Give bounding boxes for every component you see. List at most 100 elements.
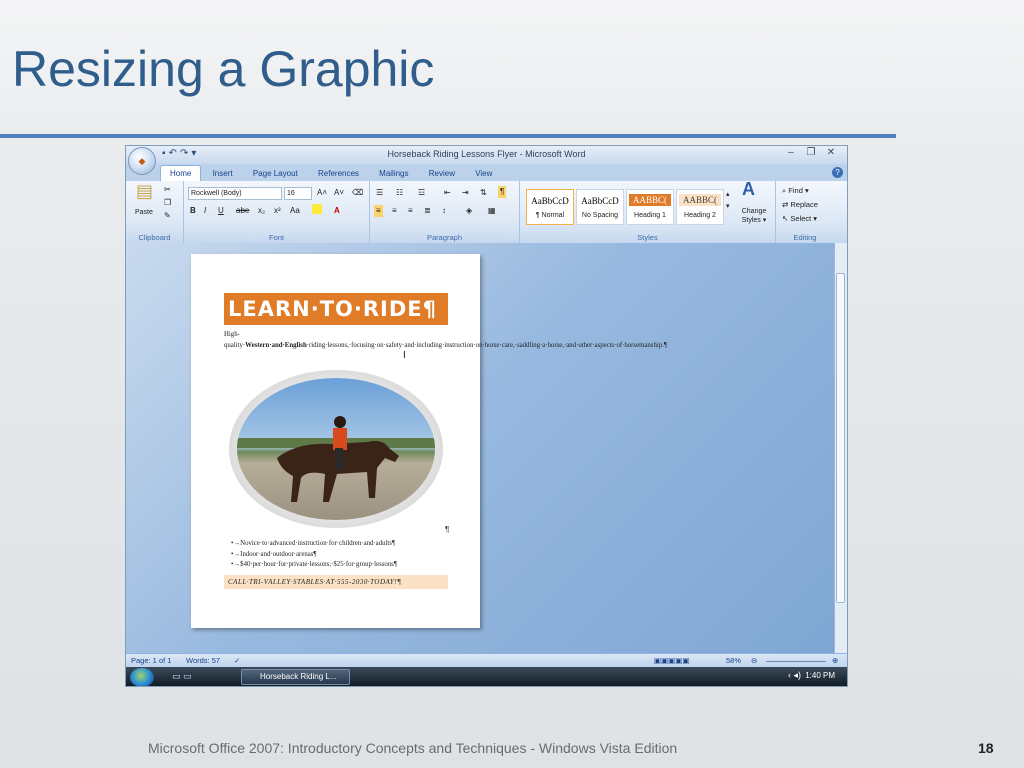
shrink-font-button[interactable]: A˅ — [334, 187, 344, 199]
tab-view[interactable]: View — [466, 166, 501, 182]
style-heading-2-sample: AABBC( — [679, 194, 721, 206]
find-label: Find ▾ — [788, 186, 809, 195]
intro-paragraph: High-quality·Western·and·English·riding·… — [224, 330, 667, 351]
bullet-list: •→Novice·to·advanced·instruction·for·chi… — [231, 539, 397, 571]
document-page[interactable]: LEARN·TO·RIDE¶ High-quality·Western·and·… — [191, 254, 667, 628]
style-no-spacing-sample: AaBbCcD — [581, 196, 619, 206]
editing-group: ⌕ Find ▾ ⇄ Replace ↖ Select ▾ Editing — [776, 181, 834, 243]
word-window: ▪↶↷▾ Horseback Riding Lessons Flyer - Mi… — [125, 145, 848, 687]
paste-icon[interactable]: ▤ — [136, 182, 153, 200]
page-count[interactable]: Page: 1 of 1 — [131, 654, 171, 668]
editing-label: Editing — [793, 233, 817, 242]
select-button[interactable]: ↖ Select ▾ — [782, 213, 817, 225]
tab-mailings[interactable]: Mailings — [370, 166, 417, 182]
slide-footer: Microsoft Office 2007: Introductory Conc… — [148, 740, 678, 756]
copy-icon[interactable]: ❐ — [164, 197, 171, 209]
scrollbar-thumb[interactable] — [836, 273, 845, 603]
style-heading-2[interactable]: AABBC( Heading 2 — [676, 189, 724, 225]
office-button[interactable]: ◆ — [128, 147, 156, 175]
paragraph-mark: ¶ — [445, 525, 450, 534]
decrease-indent-icon[interactable]: ⇤ — [444, 187, 451, 199]
grow-font-button[interactable]: A˄ — [317, 187, 327, 199]
office-logo-icon: ◆ — [138, 156, 146, 166]
sort-icon[interactable]: ⇅ — [480, 187, 487, 199]
subscript-button[interactable]: x₂ — [258, 205, 265, 217]
zoom-level[interactable]: 58% — [726, 654, 741, 668]
tab-page-layout[interactable]: Page Layout — [244, 166, 307, 182]
font-size-select[interactable]: 16 — [284, 187, 312, 200]
replace-button[interactable]: ⇄ Replace — [782, 199, 818, 211]
help-icon[interactable]: ? — [832, 167, 843, 178]
style-heading-2-name: Heading 2 — [684, 212, 716, 219]
volume-icon[interactable]: ‹ ◂) — [788, 670, 801, 681]
numbering-icon[interactable]: ☷ — [396, 187, 403, 199]
font-name-select[interactable]: Rockwell (Body) — [188, 187, 282, 200]
change-styles-button[interactable]: Change Styles ▾ — [736, 207, 772, 225]
vertical-scrollbar[interactable] — [834, 243, 847, 653]
clear-formatting-icon[interactable]: ⌫ — [352, 187, 363, 199]
ribbon: ▤ Paste ✂ ❐ ✎ Clipboard Rockwell (Body) … — [126, 180, 847, 244]
bold-button[interactable]: B — [190, 205, 196, 217]
word-count[interactable]: Words: 57 — [186, 654, 220, 668]
underline-button[interactable]: U — [218, 205, 224, 217]
window-title: Horseback Riding Lessons Flyer - Microso… — [387, 149, 586, 159]
tab-review[interactable]: Review — [420, 166, 464, 182]
styles-label: Styles — [637, 233, 658, 242]
zoom-in-icon[interactable]: ⊕ — [832, 654, 838, 668]
paste-button[interactable]: Paste — [135, 207, 153, 219]
proofing-icon[interactable]: ✓ — [234, 654, 240, 668]
strikethrough-button[interactable]: abe — [236, 205, 249, 217]
styles-scroll-icon[interactable]: ▴ ▾ — [726, 189, 730, 213]
style-heading-1[interactable]: AABBC( Heading 1 — [626, 189, 674, 225]
ribbon-tabs: Home Insert Page Layout References Maili… — [160, 165, 501, 182]
zoom-slider[interactable] — [766, 661, 826, 662]
borders-icon[interactable]: ▦ — [488, 205, 496, 217]
zoom-out-icon[interactable]: ⊖ — [751, 654, 757, 668]
horse-rider-image — [237, 416, 435, 502]
tab-references[interactable]: References — [309, 166, 368, 182]
quick-launch-icons[interactable]: ▭ ▭ — [172, 671, 192, 682]
show-formatting-icon[interactable]: ¶ — [498, 186, 507, 198]
align-right-icon[interactable]: ≡ — [408, 205, 413, 217]
find-button[interactable]: ⌕ Find ▾ — [782, 185, 809, 197]
clipboard-label: Clipboard — [138, 233, 171, 242]
align-left-icon[interactable]: ≡ — [374, 205, 383, 217]
style-no-spacing[interactable]: AaBbCcD No Spacing — [576, 189, 624, 225]
intro-text-start: High-quality· — [224, 331, 246, 349]
change-case-button[interactable]: Aa — [290, 205, 300, 217]
change-styles-icon[interactable]: A — [742, 180, 755, 198]
format-painter-icon[interactable]: ✎ — [164, 210, 171, 222]
minimize-button[interactable]: – — [781, 147, 801, 158]
justify-icon[interactable]: ≣ — [424, 205, 431, 217]
bullets-icon[interactable]: ☰ — [376, 187, 383, 199]
align-center-icon[interactable]: ≡ — [392, 205, 397, 217]
replace-label: Replace — [790, 200, 818, 209]
highlight-icon[interactable] — [312, 204, 322, 214]
close-button[interactable]: ✕ — [821, 147, 841, 158]
multilevel-list-icon[interactable]: ☲ — [418, 187, 425, 199]
flyer-banner: LEARN·TO·RIDE¶ — [224, 293, 448, 325]
italic-button[interactable]: I — [204, 205, 206, 217]
tab-home[interactable]: Home — [160, 165, 202, 182]
style-normal[interactable]: AaBbCcD ¶ Normal — [526, 189, 574, 225]
line-spacing-icon[interactable]: ↕ — [442, 205, 446, 217]
font-label: Font — [268, 233, 284, 242]
superscript-button[interactable]: x² — [274, 205, 281, 217]
window-controls: – ❐ ✕ — [781, 147, 841, 158]
shading-icon[interactable]: ◈ — [466, 205, 472, 217]
increase-indent-icon[interactable]: ⇥ — [462, 187, 469, 199]
style-normal-sample: AaBbCcD — [531, 196, 569, 206]
start-button[interactable] — [130, 668, 154, 686]
cut-icon[interactable]: ✂ — [164, 184, 171, 196]
horse-photo[interactable] — [237, 378, 435, 520]
slide-page-number: 18 — [978, 740, 994, 756]
font-color-icon[interactable]: A — [334, 205, 340, 217]
text-cursor-icon: I — [403, 350, 406, 361]
horse-photo-frame[interactable] — [229, 370, 443, 528]
view-buttons[interactable]: ▣▣▣▣▣ — [654, 654, 689, 668]
restore-button[interactable]: ❐ — [801, 147, 821, 158]
call-to-action: CALL·TRI-VALLEY·STABLES·AT·555-2030·TODA… — [224, 575, 448, 589]
tab-insert[interactable]: Insert — [204, 166, 242, 182]
bullet-item-prices: •→$40·per·hour·for·private·lessons;·$25·… — [231, 561, 397, 568]
taskbar-word-button[interactable]: Horseback Riding L... — [241, 669, 350, 685]
